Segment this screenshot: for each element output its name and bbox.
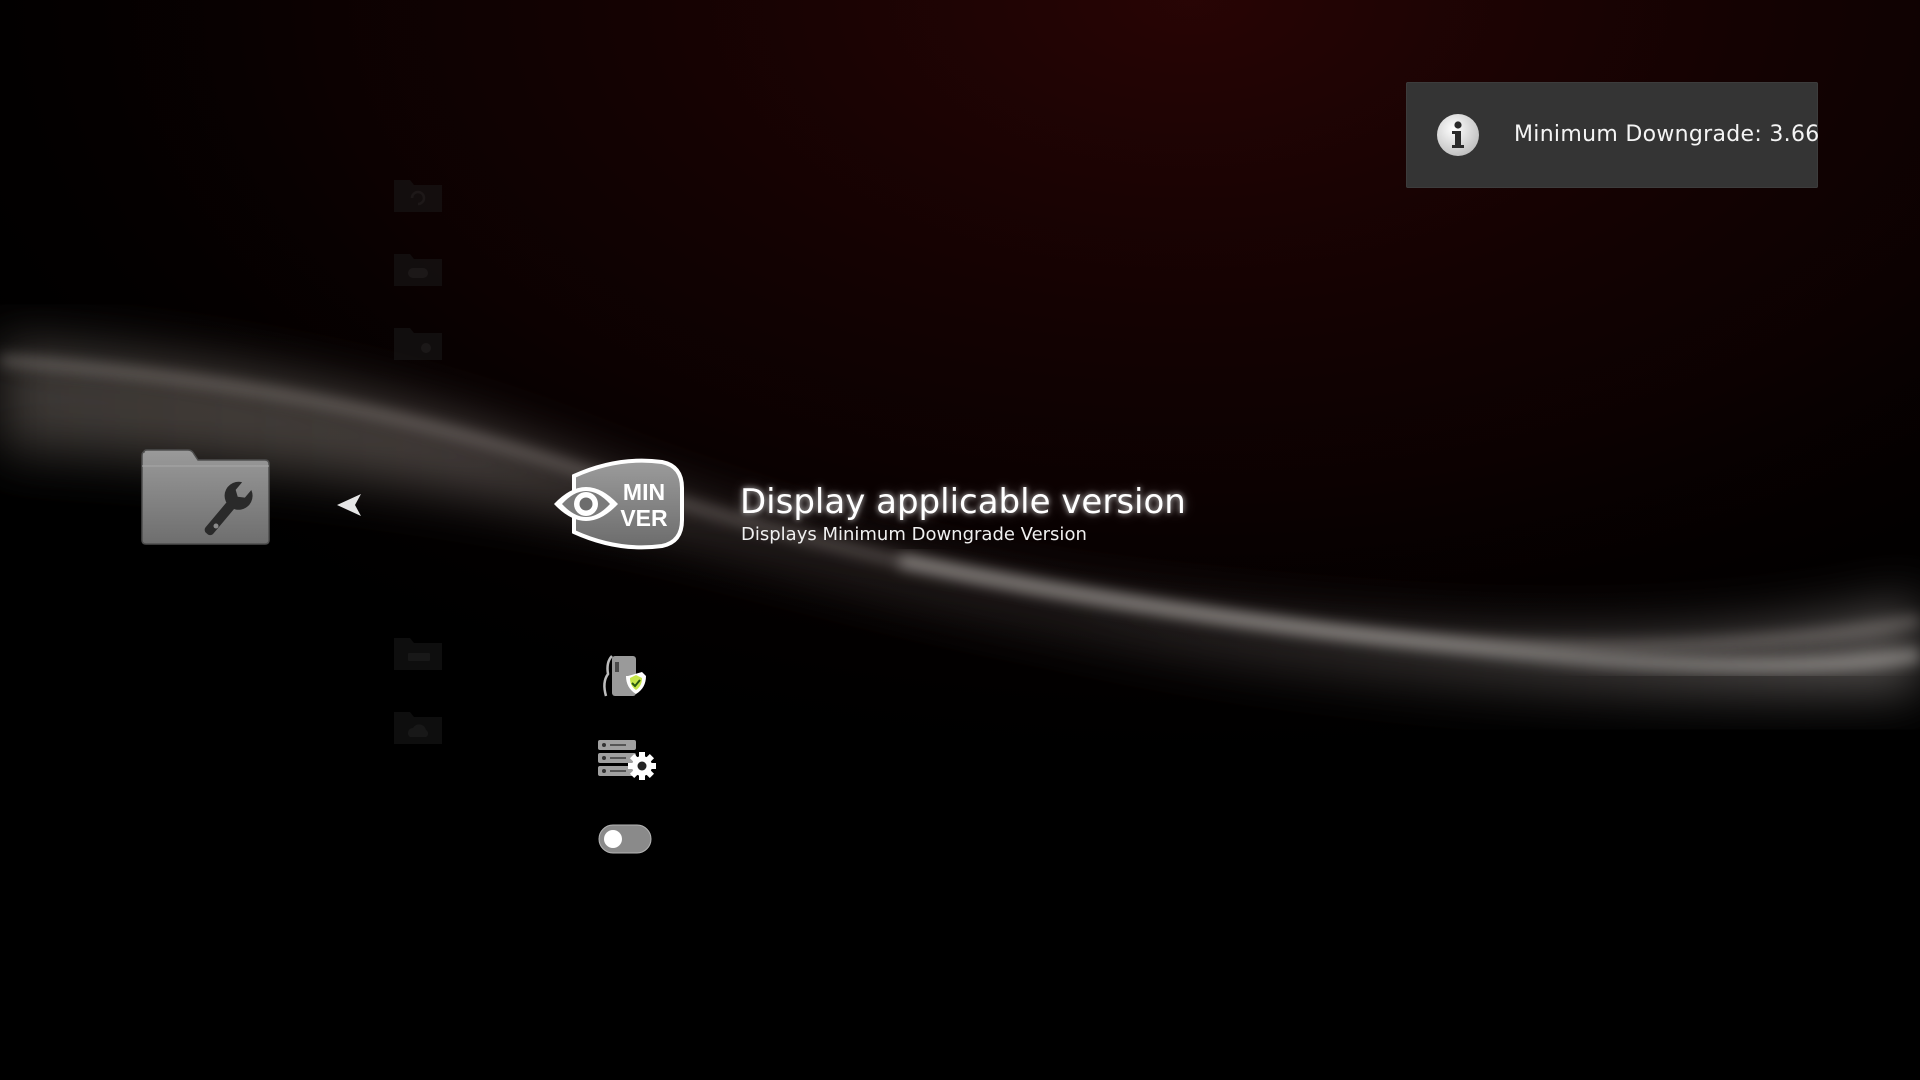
info-icon — [1437, 114, 1479, 156]
folder-refresh-icon[interactable] — [392, 174, 444, 214]
item-title[interactable]: Display applicable version — [740, 482, 1186, 522]
phone-shield-icon[interactable] — [598, 652, 650, 700]
min-ver-eye-icon[interactable]: MIN VER — [552, 458, 686, 550]
toggle-icon[interactable] — [598, 824, 652, 854]
min-ver-line1: MIN — [623, 479, 665, 505]
server-settings-icon[interactable] — [596, 736, 656, 784]
notification-toast: Minimum Downgrade: 3.66 — [1406, 82, 1820, 188]
min-ver-line2: VER — [620, 505, 668, 531]
left-arrow-icon[interactable] — [337, 494, 363, 516]
folder-cloud-icon[interactable] — [392, 706, 444, 746]
folder-gear-icon[interactable] — [392, 322, 444, 362]
item-description: Displays Minimum Downgrade Version — [741, 524, 1087, 545]
notification-text: Minimum Downgrade: 3.66 — [1514, 122, 1820, 147]
folder-card-icon[interactable] — [392, 632, 444, 672]
folder-gamepad-icon[interactable] — [392, 248, 444, 288]
folder-wrench-icon[interactable] — [138, 448, 272, 548]
